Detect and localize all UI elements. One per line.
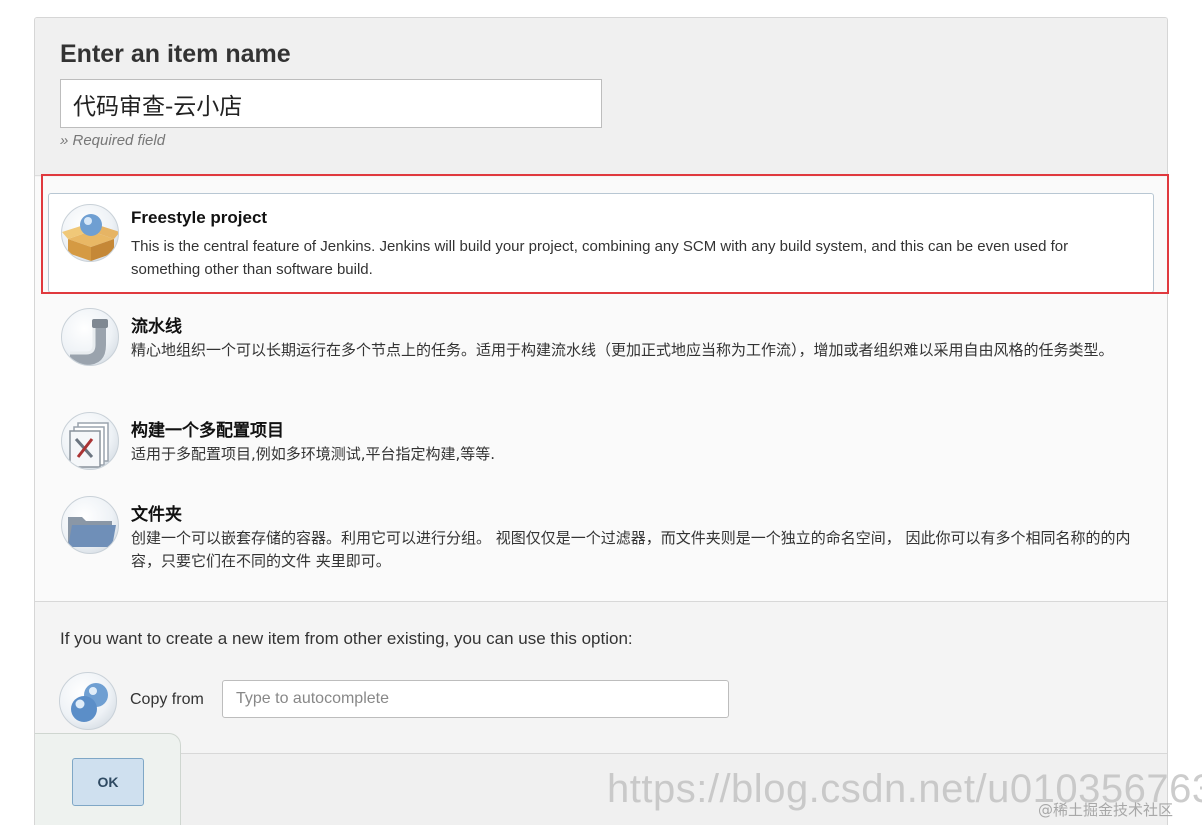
page-title: Enter an item name (60, 40, 291, 68)
copy-from-icon (59, 672, 117, 730)
copy-from-label: Copy from (130, 691, 204, 708)
required-field-note: » Required field (60, 132, 166, 149)
folder-icon (61, 496, 119, 554)
item-type-description: 适用于多配置项目,例如多环境测试,平台指定构建,等等. (131, 445, 496, 463)
ok-button-container: OK (35, 733, 181, 825)
item-name-input[interactable] (60, 79, 602, 128)
copy-from-section: If you want to create a new item from ot… (35, 601, 1167, 753)
item-type-description: 精心地组织一个可以长期运行在多个节点上的任务。适用于构建流水线（更加正式地应当称… (131, 341, 1114, 359)
pipeline-icon (61, 308, 119, 366)
item-type-name: 构建一个多配置项目 (131, 421, 284, 441)
multi-config-project-icon (61, 412, 119, 470)
item-type-name: 文件夹 (131, 505, 182, 525)
selection-highlight-box (41, 174, 1169, 294)
item-type-name: 流水线 (131, 317, 182, 337)
item-type-folder[interactable]: 文件夹 创建一个可以嵌套存储的容器。利用它可以进行分组。 视图仅仅是一个过滤器，… (48, 485, 1154, 585)
copy-from-hint: If you want to create a new item from ot… (60, 629, 633, 648)
watermark-site: @稀土掘金技术社区 (1038, 801, 1174, 819)
item-type-description: 创建一个可以嵌套存储的容器。利用它可以进行分组。 视图仅仅是一个过滤器，而文件夹… (131, 529, 1131, 570)
new-item-panel: Enter an item name » Required field Free… (34, 17, 1168, 825)
ok-button[interactable]: OK (72, 758, 144, 806)
copy-from-input[interactable] (222, 680, 729, 718)
item-type-pipeline[interactable]: 流水线 精心地组织一个可以长期运行在多个节点上的任务。适用于构建流水线（更加正式… (48, 297, 1154, 397)
item-name-section: Enter an item name » Required field (35, 18, 1167, 176)
